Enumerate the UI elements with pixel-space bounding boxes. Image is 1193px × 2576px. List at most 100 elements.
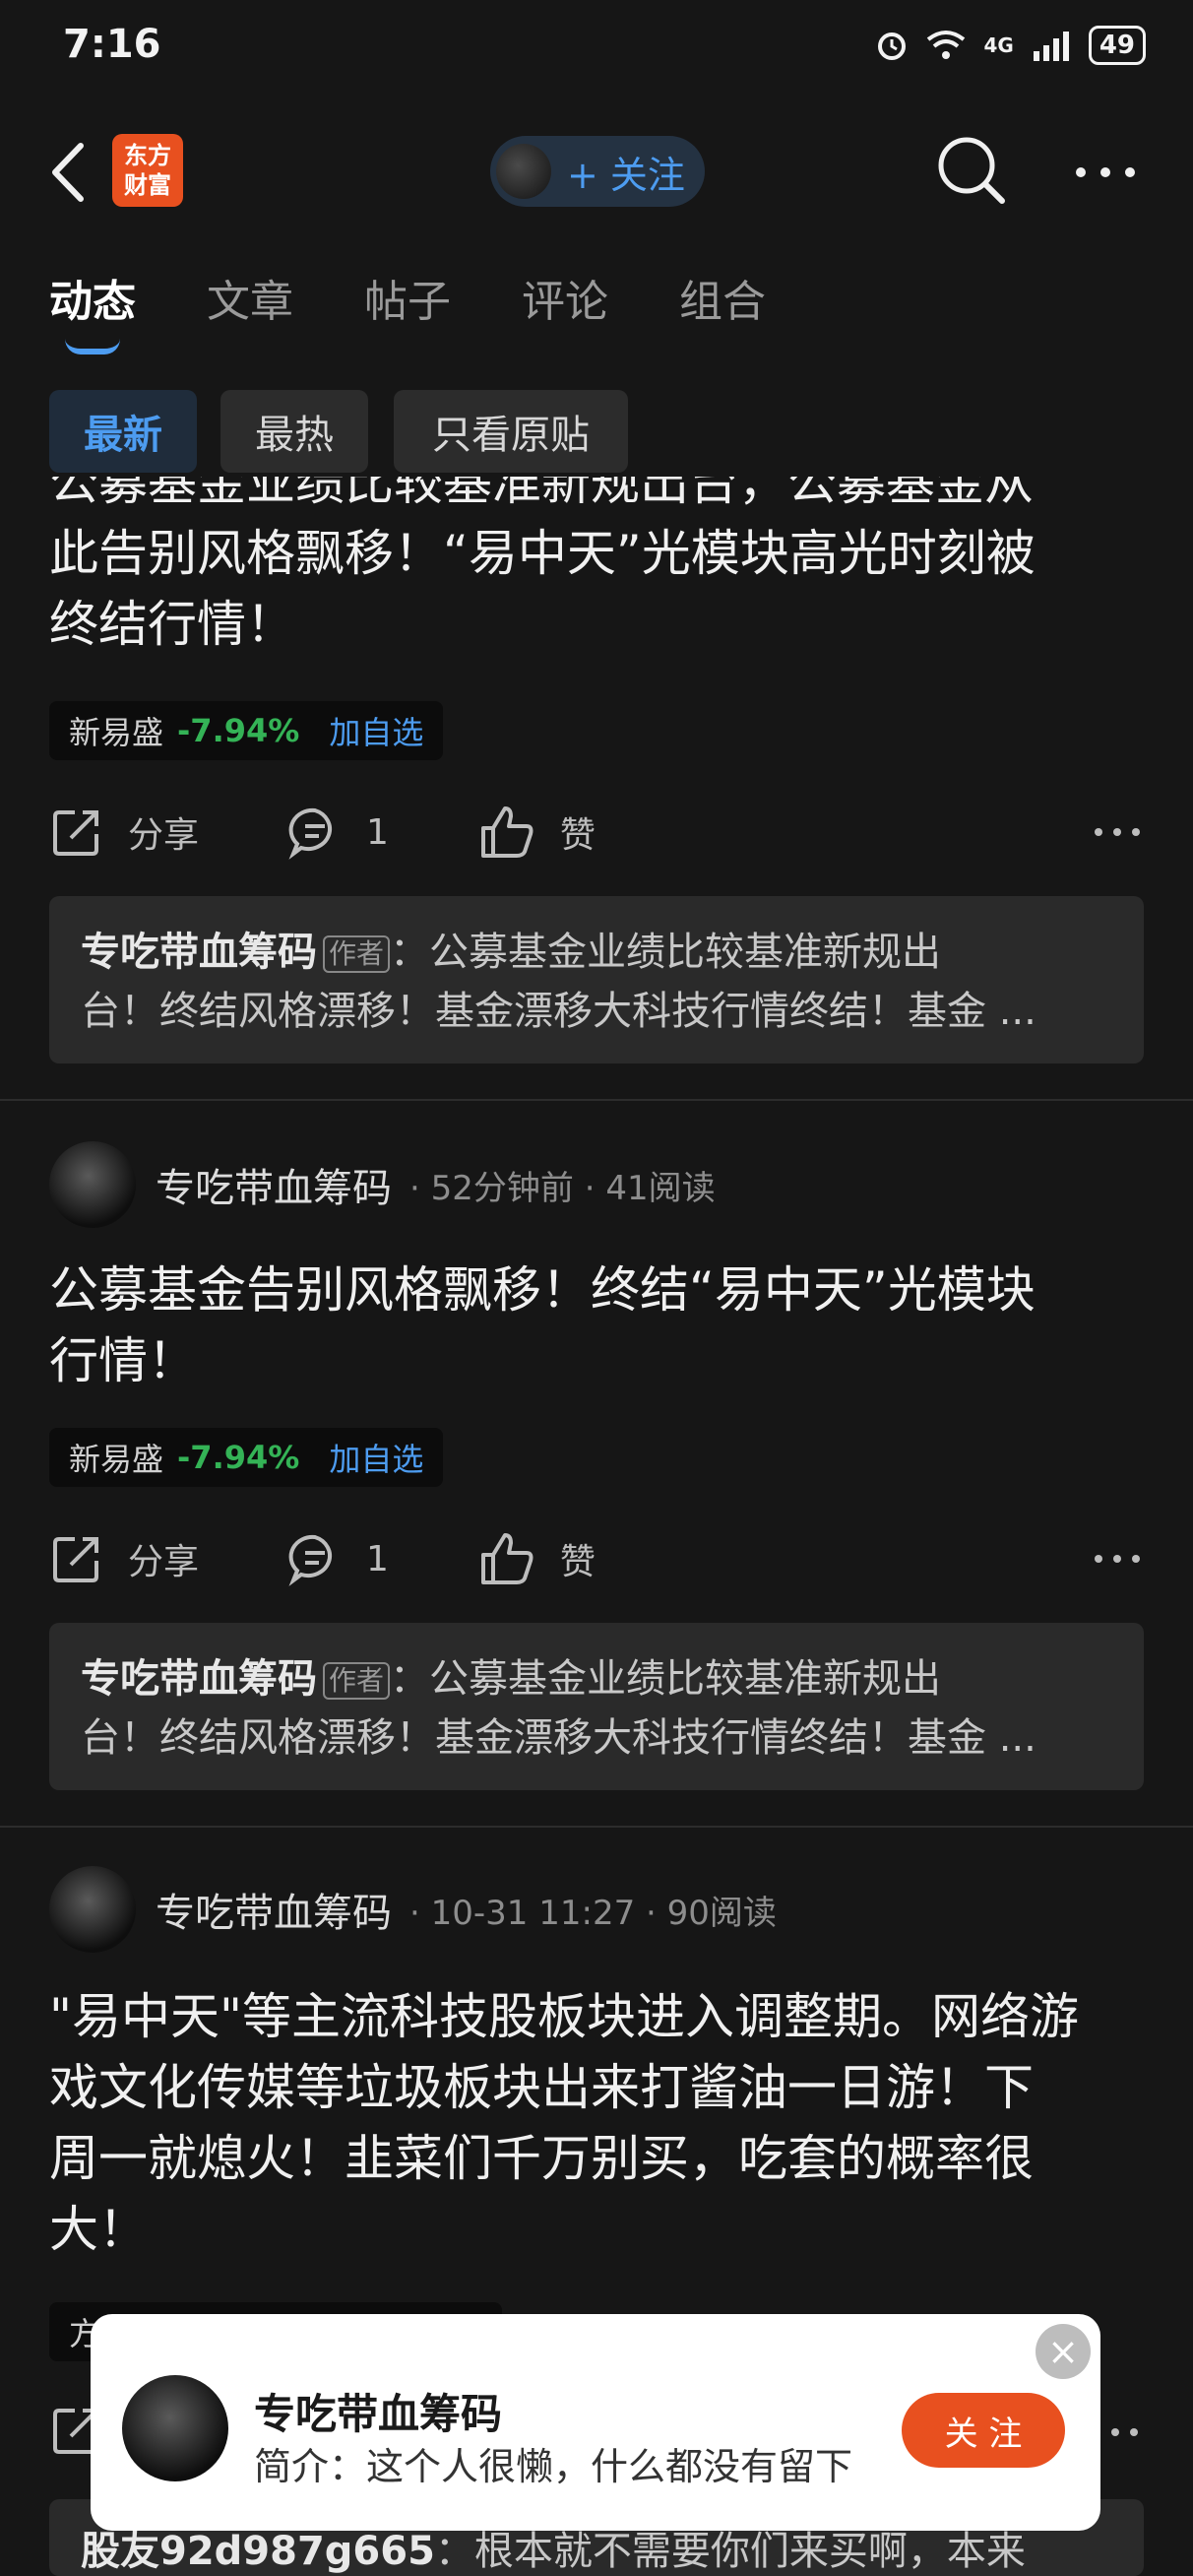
avatar[interactable] bbox=[122, 2375, 228, 2481]
close-icon[interactable]: × bbox=[1036, 2324, 1091, 2379]
avatar[interactable] bbox=[49, 1141, 136, 1228]
comment-text-2: 台！终结风格漂移！基金漂移大科技行情终结！基金 ... bbox=[81, 1715, 1036, 1761]
comment-text-1: ：公募基金业绩比较基准新规出 bbox=[390, 930, 942, 975]
avatar[interactable] bbox=[49, 1866, 136, 1953]
wifi-icon bbox=[927, 31, 966, 59]
stock-name: 新易盛 bbox=[69, 714, 164, 751]
like-icon bbox=[480, 1533, 534, 1584]
post-2-actions: 分享 1 赞 bbox=[49, 1524, 1142, 1593]
comment-author: 股友92d987g665 bbox=[81, 2529, 435, 2574]
stock-change: -7.94% bbox=[177, 1439, 300, 1476]
share-label: 分享 bbox=[128, 815, 200, 856]
tab-underline bbox=[65, 339, 120, 354]
comment-button[interactable]: 1 bbox=[287, 1531, 389, 1586]
author-name[interactable]: 专吃带血筹码 bbox=[156, 1156, 392, 1213]
post-time: · 10-31 11:27 · 90阅读 bbox=[409, 1893, 777, 1933]
stock-change: -7.94% bbox=[177, 712, 300, 749]
post-1-stock-tag[interactable]: 新易盛 -7.94% 加自选 bbox=[49, 701, 444, 760]
tab-comments[interactable]: 评论 bbox=[522, 266, 608, 329]
alarm-icon bbox=[878, 32, 907, 60]
filter-original-only[interactable]: 只看原贴 bbox=[394, 390, 628, 473]
post-more-icon[interactable] bbox=[1093, 822, 1142, 842]
comment-icon bbox=[288, 1534, 333, 1586]
post-1-title[interactable]: 公募基金业绩比较基准新规出台，公募基金从 此告别风格飘移！“易中天”光模块高光时… bbox=[49, 477, 1142, 660]
logo-line1: 东方 bbox=[124, 142, 171, 169]
comment-icon bbox=[288, 807, 333, 860]
popup-author-name[interactable]: 专吃带血筹码 bbox=[254, 2381, 502, 2441]
header-follow-button[interactable]: + 关注 bbox=[490, 136, 705, 207]
comment-author: 专吃带血筹码 bbox=[81, 1656, 317, 1702]
battery-indicator: 49 bbox=[1088, 26, 1146, 65]
like-button[interactable]: 赞 bbox=[477, 1531, 596, 1586]
author-name[interactable]: 专吃带血筹码 bbox=[156, 1881, 392, 1938]
tab-posts[interactable]: 帖子 bbox=[364, 266, 451, 329]
more-icon[interactable] bbox=[1071, 148, 1140, 197]
follow-popup: 专吃带血筹码 简介：这个人很懒，什么都没有留下 关 注 bbox=[91, 2314, 1100, 2531]
comment-count: 1 bbox=[366, 811, 389, 853]
post-more-icon[interactable] bbox=[1093, 1549, 1142, 1569]
author-badge: 作者 bbox=[323, 935, 391, 973]
post-time-text: 52分钟前 bbox=[430, 1168, 574, 1208]
app-logo: 东方 财富 bbox=[112, 134, 183, 207]
post-1-actions: 分享 1 赞 bbox=[49, 798, 1142, 867]
network-type: 4G bbox=[983, 33, 1014, 57]
like-label: 赞 bbox=[559, 815, 596, 856]
post-3-title[interactable]: "易中天"等主流科技股板块进入调整期。网络游 戏文化传媒等垃圾板块出来打酱油一日… bbox=[49, 1981, 1142, 2265]
divider bbox=[0, 1099, 1193, 1101]
status-icons: 4G 49 bbox=[875, 26, 1146, 65]
share-icon bbox=[53, 810, 98, 856]
back-icon[interactable] bbox=[43, 138, 102, 207]
tab-bar: 动态 文章 帖子 评论 组合 bbox=[49, 266, 837, 329]
post-1-title-line2: 此告别风格飘移！“易中天”光模块高光时刻被 bbox=[49, 525, 1036, 582]
post-2-comment-preview[interactable]: 专吃带血筹码 作者 ：公募基金业绩比较基准新规出 台！终结风格漂移！基金漂移大科技行… bbox=[49, 1623, 1144, 1790]
post-3-author-row[interactable]: 专吃带血筹码 · 10-31 11:27 · 90阅读 bbox=[49, 1865, 777, 1954]
comment-text-1: ：根本就不需要你们来买啊，本来 bbox=[434, 2529, 1026, 2574]
share-label: 分享 bbox=[128, 1542, 200, 1582]
filter-hot[interactable]: 最热 bbox=[220, 390, 368, 473]
post-2-title[interactable]: 公募基金告别风格飘移！终结“易中天”光模块 行情！ bbox=[49, 1255, 1142, 1396]
post-3-title-line1: "易中天"等主流科技股板块进入调整期。网络游 bbox=[49, 1988, 1079, 2045]
like-button[interactable]: 赞 bbox=[477, 805, 596, 860]
share-button[interactable]: 分享 bbox=[49, 1531, 199, 1586]
author-badge: 作者 bbox=[323, 1662, 391, 1700]
read-count: 41阅读 bbox=[605, 1168, 716, 1208]
comment-text-1: ：公募基金业绩比较基准新规出 bbox=[390, 1656, 942, 1702]
post-2-stock-tag[interactable]: 新易盛 -7.94% 加自选 bbox=[49, 1428, 444, 1487]
filter-latest[interactable]: 最新 bbox=[49, 390, 197, 473]
post-1-comment-preview[interactable]: 专吃带血筹码 作者 ：公募基金业绩比较基准新规出 台！终结风格漂移！基金漂移大科技行… bbox=[49, 896, 1144, 1063]
tab-portfolio[interactable]: 组合 bbox=[679, 266, 766, 329]
comment-line1: 专吃带血筹码 作者 ：公募基金业绩比较基准新规出 bbox=[81, 920, 941, 977]
post-3-title-line4: 大！ bbox=[49, 2201, 148, 2258]
post-3-title-line3: 周一就熄火！韭菜们千万别买，吃套的概率很 bbox=[49, 2130, 1034, 2187]
comment-line1: 专吃带血筹码 作者 ：公募基金业绩比较基准新规出 bbox=[81, 1646, 941, 1704]
avatar bbox=[496, 144, 551, 199]
post-2-title-line1: 公募基金告别风格飘移！终结“易中天”光模块 bbox=[49, 1261, 1036, 1319]
logo-line2: 财富 bbox=[124, 171, 171, 199]
popup-follow-button[interactable]: 关 注 bbox=[902, 2393, 1065, 2468]
post-1-title-line1: 公募基金业绩比较基准新规出台，公募基金从 bbox=[49, 477, 1034, 511]
search-icon[interactable] bbox=[933, 132, 1008, 207]
popup-bio: 简介：这个人很懒，什么都没有留下 bbox=[254, 2445, 853, 2488]
stock-name: 新易盛 bbox=[69, 1441, 164, 1478]
post-1-title-line3: 终结行情！ bbox=[49, 596, 295, 653]
follow-label: + 关注 bbox=[567, 153, 685, 197]
post-2-author-row[interactable]: 专吃带血筹码 · 52分钟前 · 41阅读 bbox=[49, 1140, 716, 1229]
comment-count: 1 bbox=[366, 1538, 389, 1579]
like-icon bbox=[480, 806, 534, 858]
tab-dynamics[interactable]: 动态 bbox=[49, 266, 136, 329]
post-3-title-line2: 戏文化传媒等垃圾板块出来打酱油一日游！下 bbox=[49, 2059, 1034, 2116]
post-2-title-line2: 行情！ bbox=[49, 1332, 197, 1389]
share-button[interactable]: 分享 bbox=[49, 805, 199, 860]
add-watchlist[interactable]: 加自选 bbox=[329, 1435, 423, 1480]
read-count: 90阅读 bbox=[666, 1893, 777, 1933]
share-icon bbox=[53, 1537, 98, 1582]
post-time-text: 10-31 11:27 bbox=[430, 1893, 636, 1933]
post-time: · 52分钟前 · 41阅读 bbox=[409, 1168, 716, 1208]
like-label: 赞 bbox=[559, 1542, 596, 1582]
comment-text-2: 台！终结风格漂移！基金漂移大科技行情终结！基金 ... bbox=[81, 989, 1036, 1034]
tab-articles[interactable]: 文章 bbox=[207, 266, 293, 329]
comment-button[interactable]: 1 bbox=[287, 805, 389, 860]
post-1-title-clip: 公募基金业绩比较基准新规出台，公募基金从 此告别风格飘移！“易中天”光模块高光时… bbox=[0, 477, 1193, 685]
add-watchlist[interactable]: 加自选 bbox=[329, 708, 423, 753]
divider bbox=[0, 1826, 1193, 1828]
